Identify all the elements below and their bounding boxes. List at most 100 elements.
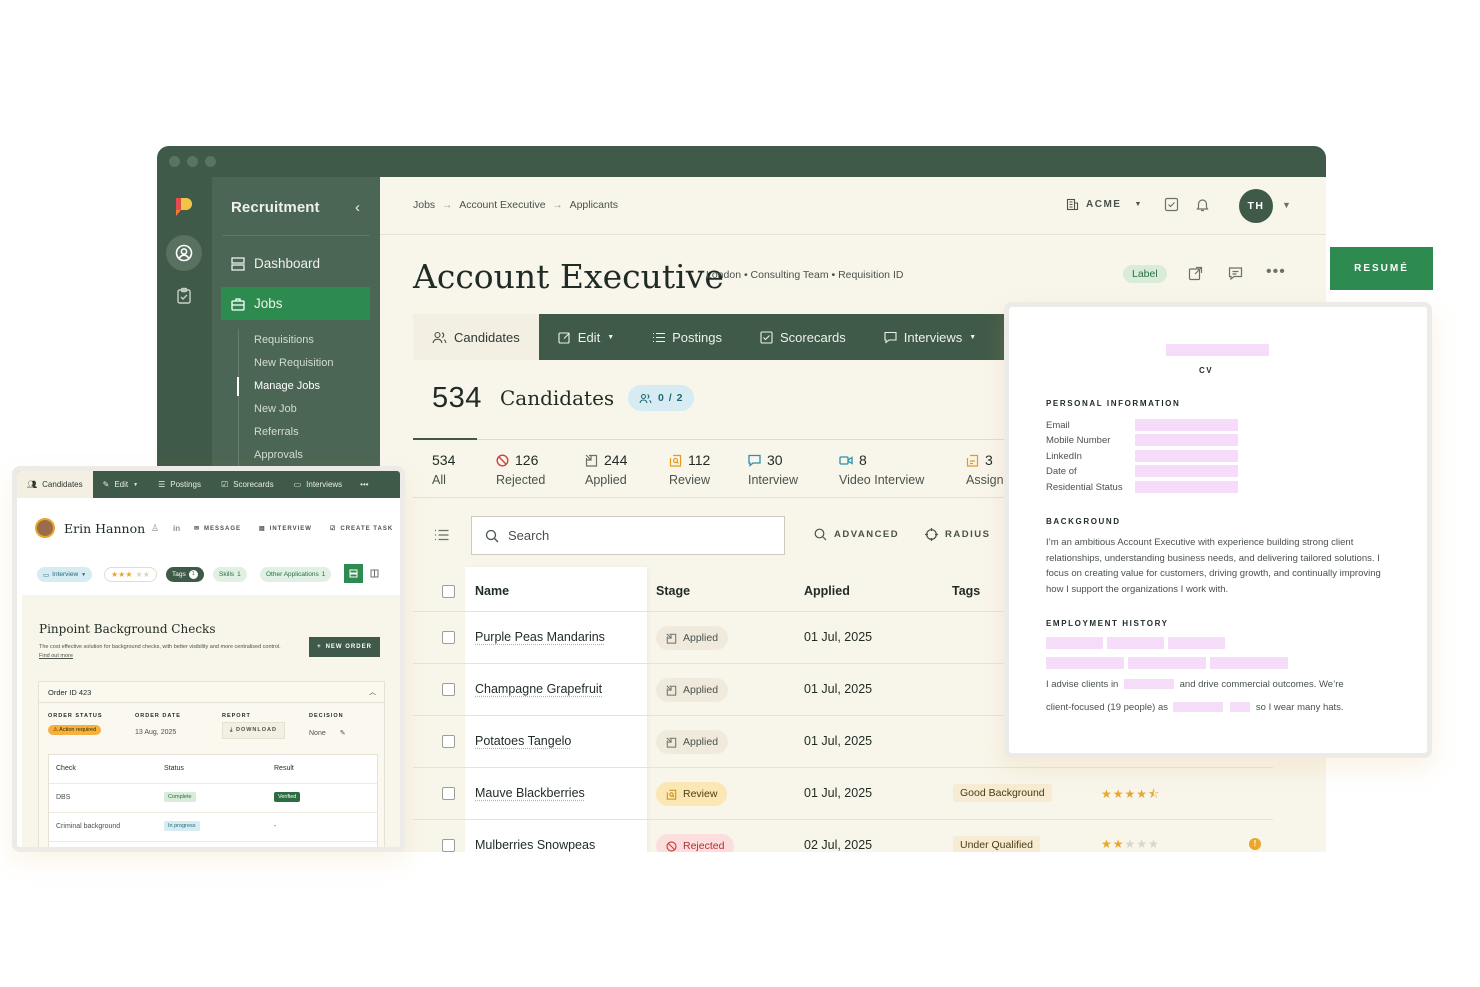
table-row[interactable]: DBS Complete Verified (49, 784, 377, 813)
divider (222, 235, 370, 236)
pinpoint-logo[interactable] (172, 195, 196, 219)
other-applications-chip[interactable]: Other Applications 1 (260, 567, 332, 582)
table-row[interactable]: Mauve Blackberries Review 01 Jul, 2025 G… (413, 767, 1273, 819)
linkedin-icon[interactable]: in (173, 524, 180, 533)
redacted-value (1172, 702, 1223, 713)
split-view-toggle[interactable] (365, 564, 384, 583)
interview-button[interactable]: ▤ INTERVIEW (259, 525, 312, 533)
star-rating[interactable]: ★★★★⯪ (1101, 785, 1160, 806)
chip-count: 1 (321, 571, 326, 578)
redacted-value (1135, 481, 1238, 493)
table-row[interactable]: Criminal background In progress - (49, 813, 377, 842)
sidebar-item-jobs[interactable]: Jobs (221, 287, 370, 320)
tab-interviews[interactable]: ▭ Interviews (284, 471, 353, 498)
list-view-icon[interactable] (434, 529, 449, 541)
tab-postings[interactable]: ☰ Postings (148, 471, 211, 498)
message-button[interactable]: ✉ MESSAGE (194, 525, 241, 533)
tab-interviews[interactable]: Interviews ▼ (865, 314, 995, 360)
user-circle-icon[interactable] (166, 235, 202, 271)
subnav-new-requisition[interactable]: New Requisition (239, 352, 333, 375)
find-out-more-link[interactable]: Find out more (39, 653, 73, 659)
sidebar-item-dashboard[interactable]: Dashboard (221, 247, 370, 280)
new-order-button[interactable]: + NEW ORDER (309, 637, 380, 657)
breadcrumb-account-executive[interactable]: Account Executive (459, 199, 545, 211)
stage-dropdown[interactable]: ▭ Interview ▼ (37, 567, 93, 582)
person-icon[interactable]: ♙ (151, 523, 159, 534)
subnav-manage-jobs[interactable]: Manage Jobs (236, 375, 333, 398)
table-row[interactable]: Mulberries Snowpeas Rejected 02 Jul, 202… (413, 819, 1273, 852)
stage-all[interactable]: 534 All (432, 452, 455, 487)
org-name: ACME (1086, 199, 1122, 210)
tab-candidates[interactable]: Candidates (413, 314, 539, 360)
create-task-button[interactable]: ☑ CREATE TASK (330, 525, 393, 533)
row-checkbox[interactable] (442, 735, 455, 748)
team-counter-badge[interactable]: 0 / 2 (628, 385, 695, 411)
row-checkbox[interactable] (442, 787, 455, 800)
tab-candidates[interactable]: 👥︎ Candidates (17, 471, 93, 498)
stage-applied[interactable]: 244 Applied (585, 452, 627, 487)
user-avatar[interactable]: TH (1239, 189, 1273, 223)
breadcrumb-jobs[interactable]: Jobs (413, 199, 435, 211)
tab-postings[interactable]: Postings (633, 314, 741, 360)
row-checkbox[interactable] (442, 839, 455, 852)
more-options-icon[interactable]: ••• (352, 471, 376, 498)
check-name: Criminal background (56, 823, 121, 830)
stage-interview[interactable]: 30 Interview (748, 452, 798, 487)
redacted-value (1123, 679, 1174, 690)
subnav-requisitions[interactable]: Requisitions (239, 329, 333, 352)
row-checkbox[interactable] (442, 683, 455, 696)
tab-scorecards[interactable]: Scorecards (741, 314, 865, 360)
header-tags[interactable]: Tags (952, 584, 980, 598)
more-options-icon[interactable]: ••• (1266, 263, 1286, 281)
header-applied[interactable]: Applied (804, 584, 850, 598)
radius-filter-button[interactable]: RADIUS (925, 528, 990, 541)
header-stage[interactable]: Stage (656, 584, 690, 598)
job-label-badge[interactable]: Label (1123, 265, 1167, 283)
stage-rejected[interactable]: 126 Rejected (496, 452, 545, 487)
clipboard-icon[interactable] (175, 287, 193, 305)
header-name[interactable]: Name (475, 584, 509, 598)
edit-share-icon[interactable] (1188, 266, 1203, 281)
subnav-new-job[interactable]: New Job (239, 398, 333, 421)
star-rating[interactable]: ★★★★★ (1101, 837, 1160, 851)
candidate-name[interactable]: Mauve Blackberries (475, 786, 585, 800)
stage-label: Interview (748, 473, 799, 487)
candidate-name[interactable]: Champagne Grapefruit (475, 682, 602, 696)
close-dot[interactable] (169, 156, 180, 167)
tab-edit[interactable]: Edit ▼ (539, 314, 633, 360)
select-all-checkbox[interactable] (442, 585, 455, 598)
collapse-chevron-icon[interactable]: ‹ (355, 199, 360, 216)
search-input[interactable]: Search (471, 516, 785, 555)
candidate-name[interactable]: Potatoes Tangelo (475, 734, 571, 748)
maximize-dot[interactable] (205, 156, 216, 167)
minimize-dot[interactable] (187, 156, 198, 167)
stage-review[interactable]: 112 Review (669, 452, 710, 487)
comment-icon[interactable] (1228, 266, 1243, 281)
org-switcher[interactable]: ACME ▼ (1066, 198, 1143, 211)
advanced-filter-button[interactable]: ADVANCED (814, 528, 899, 541)
candidate-name[interactable]: Purple Peas Mandarins (475, 630, 605, 644)
caret-down-icon[interactable]: ▼ (1282, 200, 1291, 210)
tag-badge[interactable]: Good Background (953, 784, 1052, 802)
resume-button[interactable]: RESUMÉ (1330, 247, 1433, 290)
star-rating[interactable]: ★★★★★ (104, 567, 157, 582)
download-button[interactable]: ⤓ DOWNLOAD (222, 722, 285, 739)
subnav-referrals[interactable]: Referrals (239, 421, 333, 444)
stage-video-interview[interactable]: 8 Video Interview (839, 452, 924, 487)
tag-badge[interactable]: Under Qualified (953, 836, 1040, 852)
tags-chip[interactable]: Tags 1 (166, 567, 204, 582)
subnav-approvals[interactable]: Approvals (239, 444, 333, 467)
list-view-toggle[interactable] (344, 564, 363, 583)
task-check-icon[interactable] (1164, 197, 1179, 212)
edit-icon[interactable]: ✎ (340, 730, 346, 737)
order-header[interactable]: Order ID 423 ︿ (39, 682, 384, 703)
tab-scorecards[interactable]: ☑ Scorecards (211, 471, 284, 498)
bell-icon[interactable] (1195, 197, 1210, 212)
tab-edit[interactable]: ✎ Edit ▼ (93, 471, 148, 498)
skills-chip[interactable]: Skills 1 (213, 567, 247, 582)
candidate-name[interactable]: Mulberries Snowpeas (475, 838, 595, 852)
chevron-up-icon[interactable]: ︿ (369, 687, 376, 697)
row-checkbox[interactable] (442, 631, 455, 644)
warning-icon[interactable]: ! (1249, 838, 1261, 850)
arrow-right-icon: → (442, 199, 453, 211)
